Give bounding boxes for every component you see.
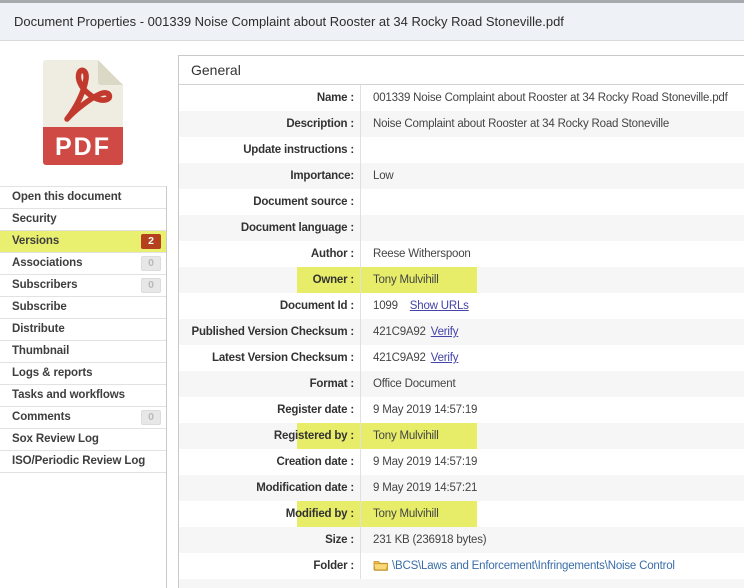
property-value: 421C9A92Verify (361, 345, 744, 371)
property-row-registered-by: Registered by : Tony Mulvihill (179, 423, 744, 449)
property-label: Modification date : (179, 475, 361, 501)
property-value: Reese Witherspoon (361, 241, 744, 267)
property-row-modified-by: Modified by : Tony Mulvihill (179, 501, 744, 527)
property-label: Modified by : (179, 501, 361, 527)
sidebar-item-logs-and-reports[interactable]: Logs & reports (0, 363, 166, 385)
property-label: Owner : (179, 267, 361, 293)
property-row-latest-version-checksum: Latest Version Checksum : 421C9A92Verify (179, 345, 744, 371)
property-value (361, 137, 744, 163)
associations-count-badge: 0 (141, 256, 161, 271)
sidebar-item-thumbnail[interactable]: Thumbnail (0, 341, 166, 363)
property-row-document-source: Document source : (179, 189, 744, 215)
property-row-modification-date: Modification date : 9 May 2019 14:57:21 (179, 475, 744, 501)
property-value: 001339 Noise Complaint about Rooster at … (361, 85, 744, 111)
pdf-file-icon: PDF (43, 60, 123, 165)
property-label: Format : (179, 371, 361, 397)
property-value: \BCS\Laws and Enforcement\Infringements\… (361, 553, 744, 579)
property-row-register-date: Register date : 9 May 2019 14:57:19 (179, 397, 744, 423)
property-value: Low (361, 163, 744, 189)
property-label: Name : (179, 85, 361, 111)
sidebar-item-subscribe[interactable]: Subscribe (0, 297, 166, 319)
property-value: 1099Show URLs (361, 293, 744, 319)
svg-text:PDF: PDF (55, 133, 111, 161)
property-label: Document Id : (179, 293, 361, 319)
property-value: 9 May 2019 14:57:19 (361, 449, 744, 475)
property-row-name: Name : 001339 Noise Complaint about Roos… (179, 85, 744, 111)
sidebar-item-comments[interactable]: Comments 0 (0, 407, 166, 429)
property-value: 421C9A92Verify (361, 319, 744, 345)
property-row-creation-date: Creation date : 9 May 2019 14:57:19 (179, 449, 744, 475)
folder-icon (373, 555, 388, 579)
sidebar-item-versions[interactable]: Versions 2 (0, 231, 166, 253)
property-label: Size : (179, 527, 361, 553)
folder-path-link[interactable]: \BCS\Laws and Enforcement\Infringements\… (392, 560, 675, 572)
property-label: Document language : (179, 215, 361, 241)
panel-header-general: General (179, 56, 744, 85)
property-row-document-id: Document Id : 1099Show URLs (179, 293, 744, 319)
property-label: Importance: (179, 163, 361, 189)
property-label: Creation date : (179, 449, 361, 475)
property-label: Description : (179, 111, 361, 137)
property-row-update-instructions: Update instructions : (179, 137, 744, 163)
property-row-document-language: Document language : (179, 215, 744, 241)
property-label: Folder : (179, 553, 361, 579)
window-title: Document Properties - 001339 Noise Compl… (14, 14, 564, 29)
property-value (361, 189, 744, 215)
verify-latest-checksum-link[interactable]: Verify (431, 352, 459, 364)
property-value: Tony Mulvihill (361, 423, 744, 449)
versions-count-badge: 2 (141, 234, 161, 249)
general-properties-panel: General Name : 001339 Noise Complaint ab… (178, 55, 744, 588)
property-row-folder: Folder : \BCS\Laws and Enforcement\Infri… (179, 553, 744, 579)
sidebar-item-open-this-document[interactable]: Open this document (0, 187, 166, 209)
sidebar-item-associations[interactable]: Associations 0 (0, 253, 166, 275)
property-row-format: Format : Office Document (179, 371, 744, 397)
sidebar-item-distribute[interactable]: Distribute (0, 319, 166, 341)
property-row-description: Description : Noise Complaint about Roos… (179, 111, 744, 137)
property-label: Registered by : (179, 423, 361, 449)
comments-count-badge: 0 (141, 410, 161, 425)
property-label: Document source : (179, 189, 361, 215)
property-value: 9 May 2019 14:57:21 (361, 475, 744, 501)
property-row-published-version-checksum: Published Version Checksum : 421C9A92Ver… (179, 319, 744, 345)
sidebar-item-iso-periodic-review-log[interactable]: ISO/Periodic Review Log (0, 451, 166, 473)
document-properties-window: Document Properties - 001339 Noise Compl… (0, 0, 744, 588)
property-value: Office Document (361, 371, 744, 397)
property-value: Noise Complaint about Rooster at 34 Rock… (361, 111, 744, 137)
property-value (361, 215, 744, 241)
sidebar-item-tasks-and-workflows[interactable]: Tasks and workflows (0, 385, 166, 407)
property-value: 231 KB (236918 bytes) (361, 527, 744, 553)
property-value: Tony Mulvihill (361, 501, 744, 527)
sidebar-item-security[interactable]: Security (0, 209, 166, 231)
panel-filler-row (179, 579, 744, 588)
subscribers-count-badge: 0 (141, 278, 161, 293)
property-row-author: Author : Reese Witherspoon (179, 241, 744, 267)
property-label: Update instructions : (179, 137, 361, 163)
sidebar-item-subscribers[interactable]: Subscribers 0 (0, 275, 166, 297)
show-urls-link[interactable]: Show URLs (410, 300, 469, 312)
sidebar-menu: Open this document Security Versions 2 A… (0, 186, 167, 588)
property-value: Tony Mulvihill (361, 267, 744, 293)
sidebar-item-sox-review-log[interactable]: Sox Review Log (0, 429, 166, 451)
property-label: Register date : (179, 397, 361, 423)
property-row-owner: Owner : Tony Mulvihill (179, 267, 744, 293)
property-label: Published Version Checksum : (179, 319, 361, 345)
property-label: Latest Version Checksum : (179, 345, 361, 371)
property-value: 9 May 2019 14:57:19 (361, 397, 744, 423)
property-row-size: Size : 231 KB (236918 bytes) (179, 527, 744, 553)
verify-published-checksum-link[interactable]: Verify (431, 326, 459, 338)
titlebar: Document Properties - 001339 Noise Compl… (0, 3, 744, 41)
property-label: Author : (179, 241, 361, 267)
property-row-importance: Importance: Low (179, 163, 744, 189)
